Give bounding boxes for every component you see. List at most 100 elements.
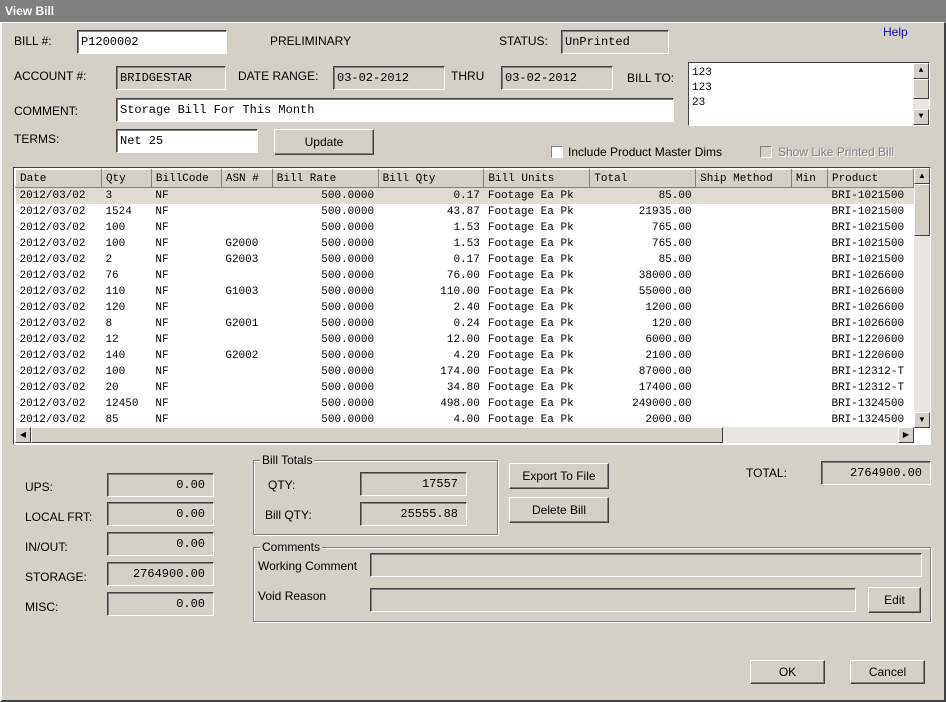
table-row[interactable]: 2012/03/02 2 NF G2003 500.0000 0.17 Footage Ea…	[16, 252, 914, 268]
table-row[interactable]: 2012/03/02 140 NF G2002 500.0000 4.20 Footage …	[16, 348, 914, 364]
thru-label: THRU	[451, 69, 485, 83]
table-cell	[792, 380, 828, 396]
table-cell: 2	[105, 254, 113, 266]
misc-label: MISC:	[25, 600, 59, 614]
column-header[interactable]: Bill Qty	[377, 169, 485, 188]
grid-horizontal-scrollbar[interactable]: ◀ ▶	[15, 427, 914, 443]
table-cell: Footage Ea Pk	[487, 254, 574, 266]
table-cell: Footage Ea Pk	[487, 222, 574, 234]
help-link[interactable]: Help	[883, 25, 908, 39]
table-cell: 100	[105, 366, 126, 378]
table-row[interactable]: 2012/03/02 85 NF 500.0000 4.00 Footage Ea Pk 2…	[16, 412, 914, 427]
table-row[interactable]: 2012/03/02 12450 NF 500.0000 498.00 Footage E…	[16, 396, 914, 412]
table-cell: 0.17	[453, 254, 480, 266]
table-cell: Footage Ea Pk	[483, 187, 590, 204]
table-cell: 2012/03/02	[19, 366, 86, 378]
terms-label: TERMS:	[14, 132, 60, 146]
date-from-field: 03-02-2012	[333, 66, 445, 90]
column-header[interactable]: Product	[826, 169, 914, 188]
table-row[interactable]: 2012/03/02 20 NF 500.0000 34.80 Footage Ea Pk…	[16, 380, 914, 396]
delete-bill-button[interactable]: Delete Bill	[509, 497, 609, 523]
table-cell: 500.0000	[272, 187, 379, 204]
misc-field: 0.00	[107, 592, 214, 616]
column-header[interactable]: Qty	[100, 169, 152, 188]
update-button[interactable]: Update	[274, 129, 374, 155]
grid-scroll-up-icon[interactable]: ▲	[914, 168, 930, 184]
table-cell	[695, 187, 792, 204]
table-row[interactable]: 2012/03/02 3 NF 500.0000 0.17 Footage Ea Pk 85…	[15, 187, 914, 204]
column-header[interactable]: Ship Method	[695, 169, 793, 188]
bill-number-field[interactable]: P1200002	[77, 30, 227, 54]
table-cell	[696, 332, 792, 348]
cancel-button[interactable]: Cancel	[850, 660, 925, 684]
table-cell: NF	[155, 238, 169, 250]
terms-field[interactable]: Net 25	[116, 129, 258, 153]
table-cell: 500.0000	[321, 254, 375, 266]
grid-scroll-down-icon[interactable]: ▼	[914, 412, 930, 428]
export-to-file-button[interactable]: Export To File	[509, 463, 609, 489]
table-row[interactable]: 2012/03/02 120 NF 500.0000 2.40 Footage Ea Pk…	[16, 300, 914, 316]
grid-hscroll-thumb[interactable]	[31, 427, 723, 443]
grid-vscroll-thumb[interactable]	[914, 184, 930, 236]
table-cell	[792, 284, 828, 300]
table-cell: Footage Ea Pk	[487, 366, 574, 378]
column-header[interactable]: Bill Units	[483, 169, 591, 188]
qty-label: QTY:	[268, 478, 296, 492]
table-row[interactable]: 2012/03/02 1524 NF 500.0000 43.87 Footage Ea …	[16, 204, 914, 220]
column-header[interactable]: Date	[15, 169, 102, 188]
bill-number-label: BILL #:	[14, 34, 52, 48]
grid-vertical-scrollbar[interactable]: ▲ ▼	[914, 168, 930, 428]
table-cell: BRI-1021500	[831, 206, 905, 218]
table-cell	[221, 268, 272, 284]
bill-to-textarea[interactable]: 123 123 23 ▲ ▼	[688, 62, 930, 126]
table-cell: 120.00	[651, 318, 692, 330]
table-cell: 500.0000	[321, 318, 375, 330]
date-range-label: DATE RANGE:	[238, 69, 319, 83]
bill-lines-grid[interactable]: Date Qty BillCode ASN # Bill Rate Bill Qty Bil…	[13, 167, 931, 445]
table-cell	[792, 396, 828, 412]
table-row[interactable]: 2012/03/02 8 NF G2001 500.0000 0.24 Footage Ea…	[16, 316, 914, 332]
comment-field[interactable]: Storage Bill For This Month	[116, 98, 674, 122]
column-header[interactable]: BillCode	[150, 169, 222, 188]
table-cell: 2012/03/02	[15, 187, 102, 204]
table-cell: Footage Ea Pk	[487, 334, 574, 346]
column-header[interactable]: Total	[589, 169, 697, 188]
table-cell	[696, 236, 792, 252]
table-row[interactable]: 2012/03/02 100 NF 500.0000 1.53 Footage Ea Pk…	[16, 220, 914, 236]
table-cell: NF	[155, 222, 169, 234]
table-cell: 100	[105, 238, 126, 250]
column-header[interactable]: Bill Rate	[271, 169, 379, 188]
bill-to-scrollbar[interactable]: ▲ ▼	[913, 63, 929, 125]
table-cell: G1003	[225, 286, 259, 298]
status-field: UnPrinted	[561, 30, 669, 54]
scroll-down-arrow-icon[interactable]: ▼	[913, 109, 929, 125]
show-like-printed-label: Show Like Printed Bill	[778, 145, 895, 159]
table-cell: NF	[155, 286, 169, 298]
scroll-up-arrow-icon[interactable]: ▲	[913, 63, 929, 79]
ok-button[interactable]: OK	[750, 660, 825, 684]
include-dims-checkbox[interactable]	[551, 146, 563, 158]
table-cell: 2.40	[453, 302, 480, 314]
table-cell: Footage Ea Pk	[487, 286, 574, 298]
table-cell: 0.17	[378, 187, 484, 204]
table-cell	[696, 396, 792, 412]
table-row[interactable]: 2012/03/02 100 NF G2000 500.0000 1.53 Footage …	[16, 236, 914, 252]
table-cell: 0.24	[453, 318, 480, 330]
grid-scroll-right-icon[interactable]: ▶	[898, 427, 914, 443]
table-cell	[221, 332, 272, 348]
table-cell: BRI-1026600	[831, 286, 905, 298]
edit-button[interactable]: Edit	[868, 587, 921, 613]
table-cell: 4.00	[453, 414, 480, 426]
scroll-thumb[interactable]	[913, 79, 929, 99]
table-row[interactable]: 2012/03/02 76 NF 500.0000 76.00 Footage Ea Pk…	[16, 268, 914, 284]
table-row[interactable]: 2012/03/02 100 NF 500.0000 174.00 Footage Ea …	[16, 364, 914, 380]
show-like-printed-checkbox	[760, 146, 772, 158]
grid-scroll-left-icon[interactable]: ◀	[15, 427, 31, 443]
table-cell: 2012/03/02	[19, 254, 86, 266]
column-header[interactable]: Min	[791, 169, 828, 188]
table-cell: Footage Ea Pk	[487, 238, 574, 250]
column-header[interactable]: ASN #	[220, 169, 273, 188]
table-row[interactable]: 2012/03/02 12 NF 500.0000 12.00 Footage Ea Pk…	[16, 332, 914, 348]
table-cell: BRI-1220600	[831, 350, 905, 362]
table-row[interactable]: 2012/03/02 110 NF G1003 500.0000 110.00 Footag…	[16, 284, 914, 300]
